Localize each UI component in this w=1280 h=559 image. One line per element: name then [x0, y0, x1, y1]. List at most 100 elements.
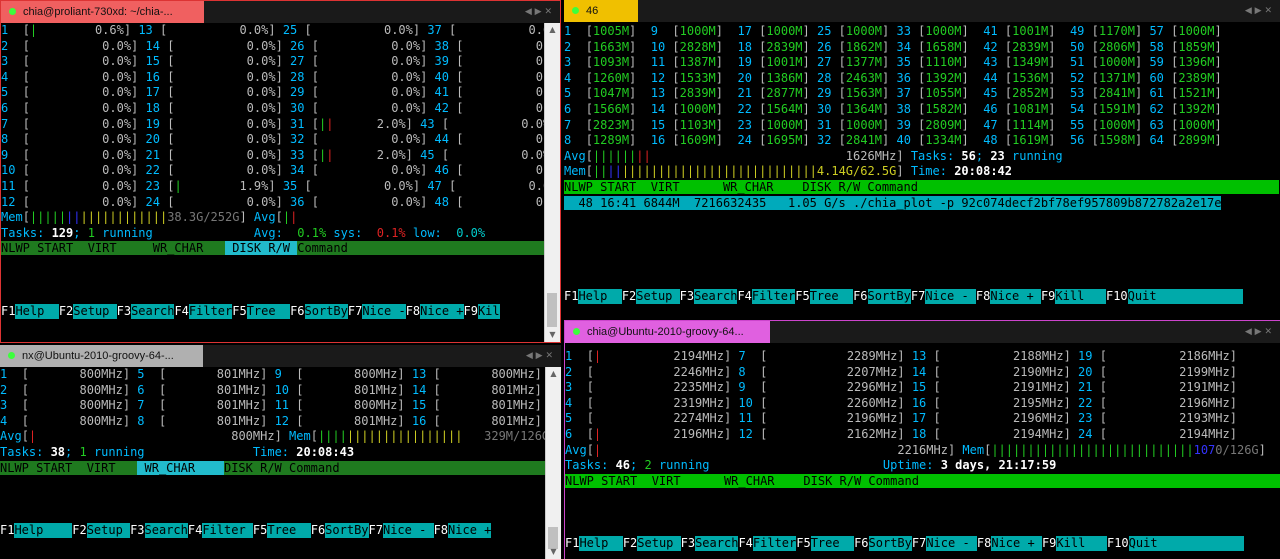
tab-46[interactable]: 46 — [564, 0, 638, 22]
function-key-button[interactable]: Tree — [246, 303, 291, 319]
tab-nav-arrows-icon[interactable]: ◀ ▶ ✕ — [1245, 321, 1272, 343]
terminal-pane-top-left[interactable]: chia@proliant-730xd: ~/chia-... ◀ ▶ ✕ 1 … — [0, 0, 561, 343]
function-key-button[interactable]: Filter — [202, 523, 253, 538]
function-key-button[interactable]: Search — [144, 523, 188, 538]
terminal-text: [ — [672, 24, 680, 38]
function-key-button[interactable]: Nice - — [925, 289, 976, 305]
function-key-button[interactable]: Search — [695, 536, 739, 552]
function-key-button[interactable]: Search — [131, 303, 175, 319]
terminal-pane-top-right[interactable]: 46 ◀ ▶ ✕ 1 [1005M] 9 [1000M] 17 [1000M] … — [564, 0, 1280, 316]
function-key-button[interactable]: SortBy — [868, 536, 912, 552]
terminal-text: 12 — [738, 427, 761, 441]
terminal-text: [ 800MHz] — [296, 367, 412, 381]
process-row[interactable]: 48 16:41 6844M 7216632435 1.05 G/s ./chi… — [564, 195, 1222, 210]
terminal-text: 1000M — [925, 24, 962, 38]
tab-bar: chia@proliant-730xd: ~/chia-... ◀ ▶ ✕ — [1, 1, 560, 23]
column-header[interactable]: NLWP START VIRT WR_CHAR DISK R/W Command — [564, 180, 1280, 194]
function-key-button[interactable]: Filter — [751, 289, 796, 305]
terminal-text: [ — [1091, 70, 1099, 85]
function-key-button[interactable]: Kil — [477, 303, 500, 319]
terminal-text: [ 0.0%] — [311, 38, 435, 53]
terminal-text: [ 801MHz] — [158, 367, 275, 381]
function-key-button[interactable]: Filter — [188, 303, 233, 319]
function-key-button[interactable]: Kill — [1055, 289, 1106, 305]
terminal-text: [ — [838, 117, 846, 132]
terminal-text: [ — [838, 102, 846, 116]
tab-nav-arrows-icon[interactable]: ◀ ▶ ✕ — [526, 345, 553, 367]
column-header[interactable]: Command — [297, 241, 560, 256]
scrollbar-thumb[interactable] — [547, 293, 557, 327]
terminal-content[interactable]: 1 [| 0.6%] 13 [ 0.0%] 25 [ 0.0%] 37 [ 0.… — [1, 23, 560, 342]
terminal-text: [ — [838, 39, 846, 54]
function-key-button[interactable]: SortBy — [867, 289, 911, 305]
scroll-up-icon[interactable]: ▲ — [545, 23, 560, 37]
terminal-line: Avg[|||||||| 1626MHz] Tasks: 56; 23 runn… — [564, 149, 1063, 164]
function-key-button[interactable]: Help — [15, 303, 59, 319]
function-key-button[interactable]: Tree — [809, 289, 854, 305]
terminal-text: 48 — [983, 133, 1005, 148]
terminal-text: ] — [896, 164, 911, 179]
function-key-button[interactable]: Filter — [752, 536, 797, 552]
function-key-button[interactable]: Tree — [267, 523, 311, 538]
function-key-button[interactable]: Tree — [810, 536, 855, 552]
terminal-text: ] — [1048, 133, 1070, 148]
terminal-text: [ 2190MHz] — [933, 364, 1078, 379]
function-key-button[interactable]: Setup — [637, 536, 681, 552]
terminal-content[interactable]: 1 [| 2194MHz] 7 [ 2289MHz] 13 [ 2188MHz]… — [565, 349, 1280, 559]
function-key-button[interactable]: Nice - — [926, 536, 977, 552]
terminal-content[interactable]: 1 [1005M] 9 [1000M] 17 [1000M] 25 [1000M… — [564, 24, 1280, 316]
function-key-button[interactable]: Help — [579, 536, 623, 552]
tab-chia-ubuntu[interactable]: chia@Ubuntu-2010-groovy-64... — [565, 321, 770, 343]
function-key-button[interactable]: SortBy — [325, 523, 369, 538]
terminal-text: 43 — [420, 116, 442, 131]
tab-chia-proliant[interactable]: chia@proliant-730xd: ~/chia-... — [1, 1, 204, 23]
function-key-button[interactable]: Help — [578, 289, 622, 305]
function-key-button[interactable]: Nice + — [990, 289, 1041, 305]
terminal-text: running — [1004, 148, 1063, 163]
column-header[interactable]: DISK R/W — [224, 241, 298, 256]
terminal-line: 4 [ 800MHz] 8 [ 801MHz] 12 [ 801MHz] 16 … — [0, 414, 542, 429]
column-header[interactable]: NLWP START VIRT WR_CHAR — [1, 241, 225, 256]
vertical-scrollbar[interactable]: ▲ ▼ — [545, 367, 561, 559]
function-key-button[interactable]: Kill — [1056, 536, 1107, 552]
vertical-scrollbar[interactable]: ▲ ▼ — [544, 23, 560, 342]
terminal-text: 16 — [411, 413, 434, 428]
terminal-text: 62 — [1149, 102, 1172, 116]
column-header[interactable]: NLWP START VIRT — [0, 460, 138, 475]
function-key-button[interactable]: Setup — [636, 289, 680, 305]
scroll-down-icon[interactable]: ▼ — [545, 328, 560, 342]
scroll-down-icon[interactable]: ▼ — [546, 545, 561, 559]
terminal-text: [ — [672, 102, 680, 116]
terminal-pane-bottom-left[interactable]: nx@Ubuntu-2010-groovy-64-... ◀ ▶ ✕ 1 [ 8… — [0, 345, 561, 559]
terminal-pane-bottom-right[interactable]: chia@Ubuntu-2010-groovy-64... ◀ ▶ ✕ 1 [|… — [564, 320, 1280, 559]
terminal-text: ] — [1258, 442, 1266, 457]
terminal-text: 51 — [1069, 55, 1092, 70]
terminal-text: 23 — [145, 179, 168, 193]
terminal-text: 1110M — [925, 55, 962, 70]
terminal-text: [ 0.0%] — [22, 147, 146, 162]
function-key-button[interactable]: Nice + — [448, 523, 492, 538]
terminal-text: |||||||||||||||||||||||||||| — [991, 442, 1194, 457]
terminal-text: 2823M — [592, 117, 630, 132]
scroll-up-icon[interactable]: ▲ — [546, 367, 561, 381]
column-header[interactable]: NLWP START VIRT WR_CHAR DISK R/W Command — [565, 473, 1280, 488]
function-key-button[interactable]: Search — [694, 289, 738, 305]
function-key-button[interactable]: Help — [14, 523, 73, 538]
column-header[interactable]: WR_CHAR — [137, 460, 224, 475]
tab-nx-ubuntu[interactable]: nx@Ubuntu-2010-groovy-64-... — [0, 345, 203, 367]
function-key-button[interactable]: Nice + — [991, 536, 1042, 552]
function-key-button[interactable]: Quit — [1128, 536, 1245, 552]
terminal-text: ] — [1134, 133, 1150, 148]
function-key-button[interactable]: SortBy — [304, 303, 348, 319]
tab-nav-arrows-icon[interactable]: ◀ ▶ ✕ — [525, 1, 552, 23]
function-key-button[interactable]: Setup — [73, 303, 117, 319]
tab-nav-arrows-icon[interactable]: ◀ ▶ ✕ — [1245, 0, 1272, 22]
function-key-button[interactable]: Nice + — [420, 303, 464, 319]
function-key-button[interactable]: Nice - — [362, 303, 406, 319]
function-key-button[interactable]: Setup — [86, 523, 131, 538]
terminal-content[interactable]: 1 [ 800MHz] 5 [ 801MHz] 9 [ 800MHz] 13 [… — [0, 367, 561, 559]
column-header[interactable]: DISK R/W Command — [223, 460, 561, 475]
function-key-button[interactable]: Quit — [1127, 289, 1244, 305]
terminal-text: ] — [715, 86, 738, 101]
function-key-button[interactable]: Nice - — [382, 523, 434, 538]
